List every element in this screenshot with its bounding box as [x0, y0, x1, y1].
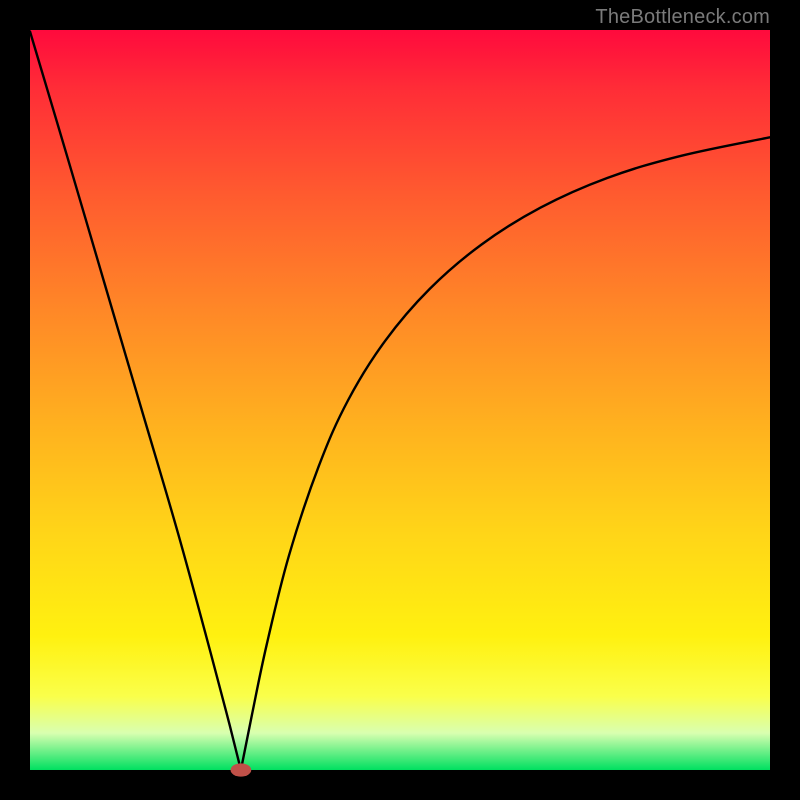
- chart-frame: TheBottleneck.com: [0, 0, 800, 800]
- curve-svg: [30, 30, 770, 770]
- minimum-marker: [231, 763, 252, 776]
- watermark-text: TheBottleneck.com: [595, 6, 770, 29]
- bottleneck-curve: [30, 31, 770, 770]
- plot-area: [30, 30, 770, 770]
